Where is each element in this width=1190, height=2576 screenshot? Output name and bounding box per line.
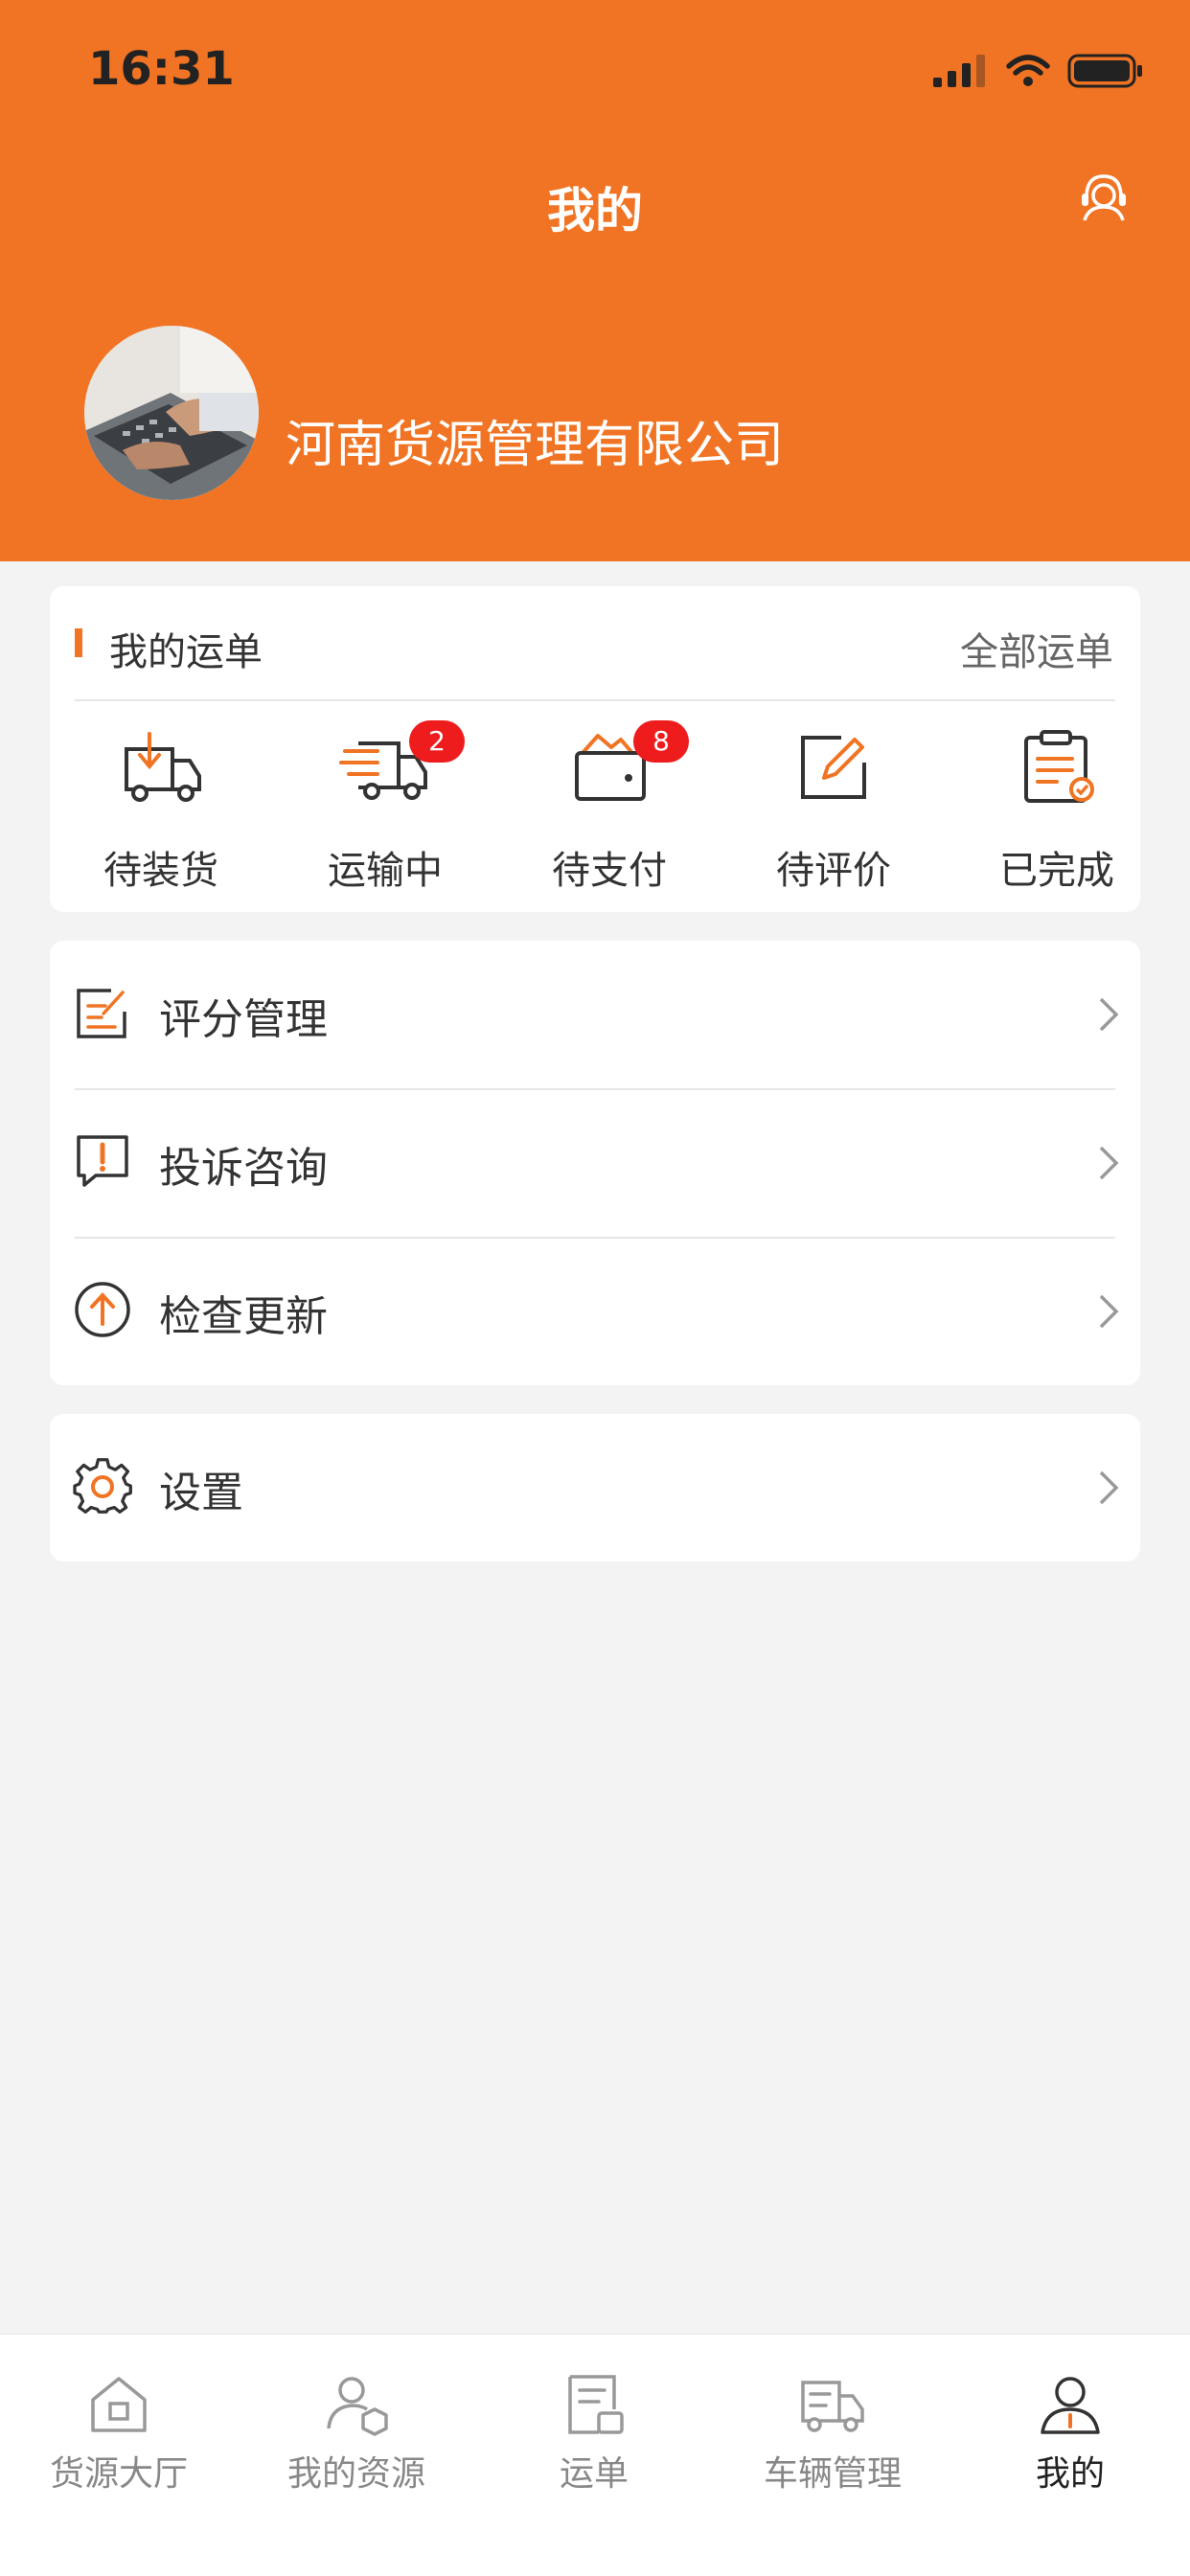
tab-label: 我的: [1035, 2454, 1105, 2494]
menu-label: 设置: [159, 1469, 243, 1517]
headset-icon[interactable]: [1075, 169, 1133, 226]
chevron-right-icon: [1099, 1470, 1119, 1505]
company-name: 河南货源管理有限公司: [286, 417, 785, 474]
user-box-icon: [327, 2377, 388, 2436]
tab-label: 车辆管理: [763, 2454, 902, 2494]
gear-icon: [73, 1458, 132, 1514]
status-icons: [933, 48, 1144, 94]
person-icon: [1041, 2377, 1100, 2434]
tab-my-resources[interactable]: 我的资源: [238, 2354, 475, 2497]
order-status-label: 待评价: [776, 849, 891, 893]
signal-icon: [933, 55, 985, 87]
tab-label: 运单: [559, 2454, 629, 2494]
page-title: 我的: [547, 183, 643, 239]
rating-management-row[interactable]: 评分管理: [50, 941, 1140, 1088]
tab-mine[interactable]: 我的: [951, 2354, 1189, 2497]
menu-label: 评分管理: [159, 995, 328, 1044]
truck-icon: [801, 2381, 864, 2432]
order-status-pending-payment[interactable]: 8 待支付: [499, 720, 720, 902]
pending-payment-badge: 8: [633, 720, 689, 763]
avatar[interactable]: [84, 326, 259, 500]
order-status-completed[interactable]: 已完成: [947, 730, 1167, 902]
loading-truck-icon: [125, 732, 201, 802]
in-transit-badge: 2: [409, 720, 465, 763]
orders-accent-bar: [75, 628, 82, 657]
complaint-consult-row[interactable]: 投诉咨询: [50, 1089, 1140, 1237]
chevron-right-icon: [1099, 1146, 1119, 1180]
complaint-chat-icon: [77, 1135, 128, 1187]
orders-header: 我的运单 全部运单: [50, 586, 1140, 699]
order-status-in-transit[interactable]: 2 运输中: [275, 720, 495, 902]
menu-label: 投诉咨询: [159, 1144, 328, 1193]
order-status-pending-loading[interactable]: 待装货: [51, 730, 271, 902]
divider: [75, 699, 1115, 701]
settings-card: 设置: [50, 1414, 1140, 1562]
menu-label: 检查更新: [159, 1292, 328, 1341]
tab-vehicle-management[interactable]: 车辆管理: [714, 2354, 951, 2497]
order-status-label: 已完成: [999, 849, 1114, 893]
settings-row[interactable]: 设置: [50, 1414, 1140, 1562]
chevron-right-icon: [1099, 997, 1119, 1032]
wifi-icon: [1006, 55, 1050, 86]
tab-waybill[interactable]: 运单: [475, 2354, 713, 2497]
tab-label: 货源大厅: [49, 2454, 188, 2494]
tab-cargo-hall[interactable]: 货源大厅: [0, 2354, 238, 2497]
order-doc-icon: [568, 2375, 624, 2434]
profile-header: 16:31 我的 河南货源管理有限公司: [0, 0, 1190, 561]
all-orders-link[interactable]: 全部运单: [960, 621, 1113, 676]
chevron-right-icon: [1099, 1294, 1119, 1329]
order-status-label: 待支付: [552, 849, 667, 893]
tab-label: 我的资源: [286, 2454, 425, 2494]
status-time: 16:31: [88, 42, 235, 96]
order-status-label: 待装货: [103, 849, 218, 893]
edit-note-icon: [801, 736, 866, 799]
orders-title: 我的运单: [109, 630, 263, 674]
completed-clipboard-icon: [1024, 730, 1094, 803]
home-icon: [91, 2377, 147, 2432]
rating-edit-icon: [77, 989, 126, 1038]
bottom-tab-bar: 货源大厅 我的资源 运单 车辆管理 我的: [0, 2334, 1190, 2576]
upload-arrow-icon: [75, 1282, 130, 1337]
order-status-pending-review[interactable]: 待评价: [723, 730, 944, 902]
battery-icon: [1067, 54, 1142, 88]
check-update-row[interactable]: 检查更新: [50, 1238, 1140, 1385]
avatar-photo-laptop: [84, 326, 259, 500]
order-status-label: 运输中: [328, 849, 443, 893]
my-orders-card: 我的运单 全部运单 待装货 2 运输中 8 待支付 待评价 已完成: [50, 586, 1140, 912]
menu-card: 评分管理 投诉咨询 检查更新: [50, 941, 1140, 1385]
